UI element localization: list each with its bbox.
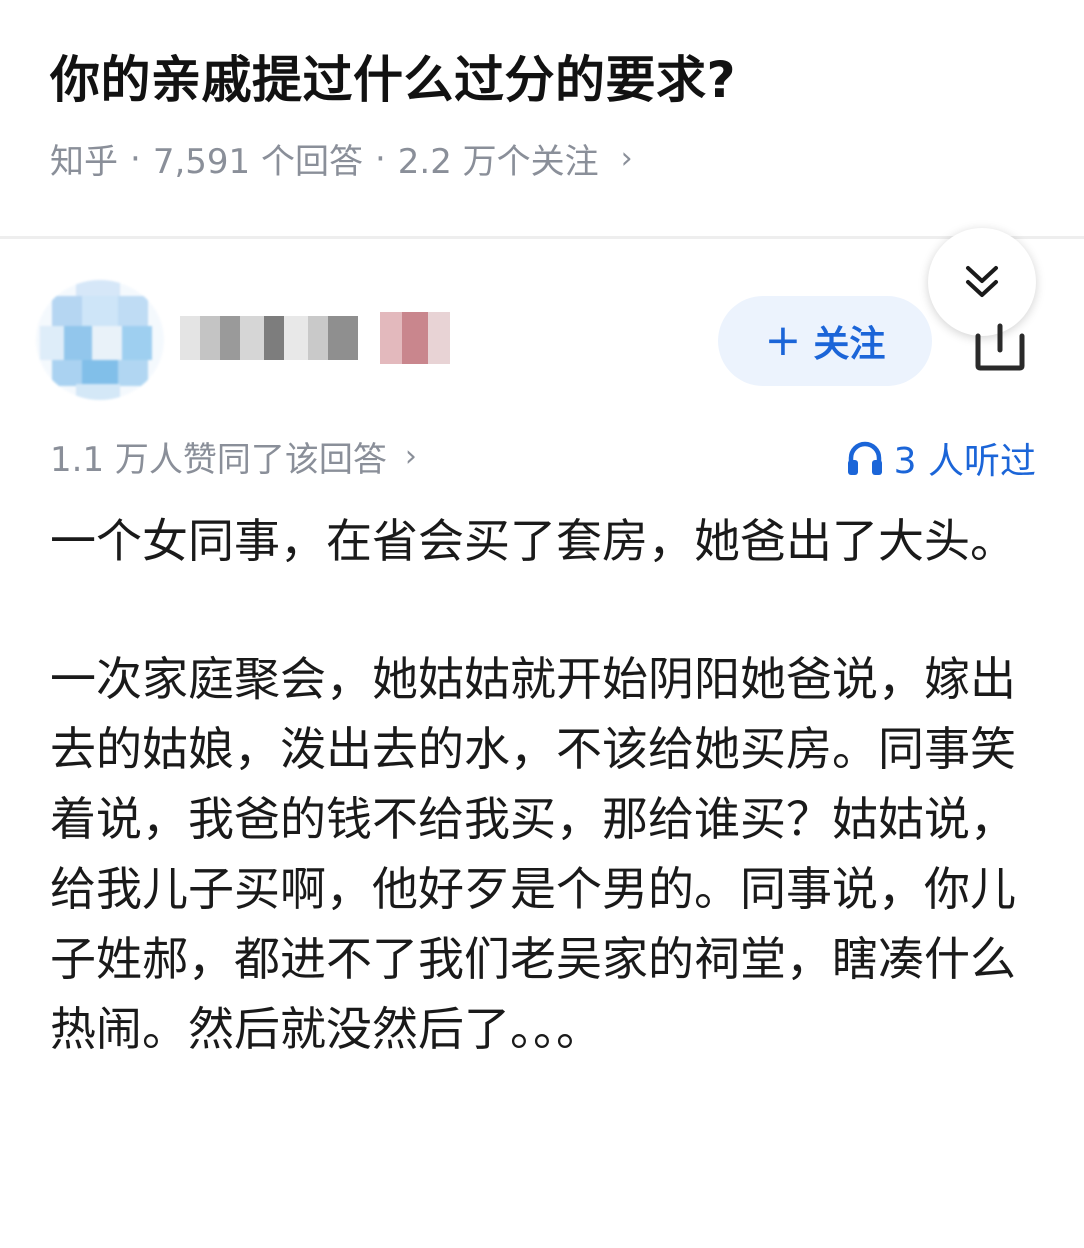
upvote-summary[interactable]: 1.1 万人赞同了该回答 › (50, 432, 417, 481)
follow-button[interactable]: + 关注 (718, 296, 932, 386)
double-chevron-down-icon (966, 266, 998, 297)
follow-label: 关注 (813, 324, 886, 365)
headphones-icon (847, 441, 882, 475)
meta-separator: · (130, 138, 141, 179)
source-label: 知乎 (50, 142, 118, 182)
author-avatar[interactable] (36, 280, 164, 400)
upvote-count-text: 1.1 万人赞同了该回答 (50, 440, 387, 480)
question-meta[interactable]: 知乎 · 7,591 个回答 · 2.2 万个关注 › (50, 134, 633, 183)
share-button[interactable] (972, 322, 1028, 372)
meta-separator: · (374, 138, 386, 179)
chevron-right-icon: › (404, 439, 417, 474)
listen-count[interactable]: 3 人听过 (846, 432, 1036, 484)
blurred-author-name-image (180, 312, 450, 364)
question-title[interactable]: 你的亲戚提过什么过分的要求? (50, 40, 736, 112)
blurred-avatar-image (36, 280, 164, 400)
section-divider (0, 236, 1084, 239)
listen-count-text: 3 人听过 (893, 441, 1036, 482)
answer-paragraph: 一次家庭聚会，她姑姑就开始阴阳她爸说，嫁出去的姑娘，泼出去的水，不该给她买房。同… (50, 652, 1016, 1056)
collapse-button[interactable] (928, 228, 1036, 336)
share-icon (975, 323, 1025, 371)
plus-icon: + (764, 315, 802, 366)
answer-count: 7,591 个回答 (152, 142, 363, 182)
answer-paragraph: 一个女同事，在省会买了套房，她爸出了大头。 (50, 514, 1016, 568)
answer-content: 一个女同事，在省会买了套房，她爸出了大头。 一次家庭聚会，她姑姑就开始阴阳她爸说… (50, 506, 1040, 1132)
chevron-right-icon: › (620, 141, 633, 176)
author-name[interactable] (180, 310, 450, 366)
follower-count: 2.2 万个关注 (397, 142, 599, 182)
